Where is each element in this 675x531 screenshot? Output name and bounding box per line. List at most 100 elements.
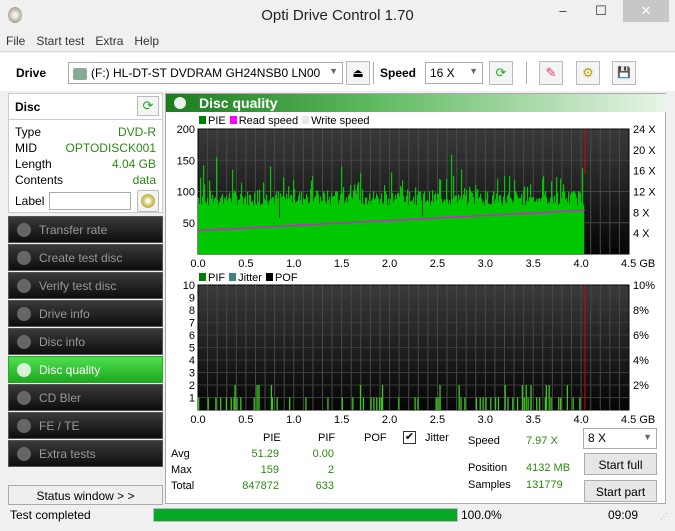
resize-grip-icon[interactable]: ⋰ [660,512,668,521]
nav-label: CD Bler [39,391,82,405]
x-tick-label: 1.0 [286,414,301,426]
pif-bar [530,385,532,410]
stat-pie-value: 51.29 [251,448,279,460]
pif-bar [398,397,400,410]
x-tick-label: 4.0 [573,258,588,270]
erase-button[interactable]: ✎ [539,61,563,85]
x-tick-label: 4.0 [573,414,588,426]
x-tick-label: 4.5 GB [621,258,655,270]
disc-heading: Disc [15,100,41,114]
disc-icon [17,363,31,377]
pif-bar [490,397,492,410]
y2-tick-label: 10% [633,280,655,292]
pif-bar [521,385,524,410]
speed-select[interactable]: 16 X ▼ [425,62,483,84]
stat-pif-value: 2 [327,464,334,476]
minimize-button[interactable]: ‒ [547,0,579,22]
nav-transfer-rate[interactable]: Transfer rate [8,216,163,243]
speed-label: Speed [380,66,417,80]
pif-bar [566,385,569,410]
start-part-button[interactable]: Start part [584,480,657,502]
pif-bar [512,397,514,410]
nav-label: FE / TE [39,419,80,433]
y-tick-label: 5 [189,343,195,355]
nav-verify-test-disc[interactable]: Verify test disc [8,272,163,299]
test-speed-value: 8 X [588,431,607,445]
pif-chart: 10987654321 10% 8% 6% 4% 2% 0.0 0.5 1.0 1.5 2.0 2.5… [183,280,656,426]
y2-tick-label: 2% [633,380,649,392]
pif-bar [527,397,529,410]
menu-extra[interactable]: Extra [89,30,128,48]
stat-pif-value: 633 [315,480,334,492]
pif-bar [525,385,527,410]
drive-select[interactable]: (F:) HL-DT-ST DVDRAM GH24NSB0 LN00 ▼ [68,62,343,84]
start-full-button[interactable]: Start full [584,453,657,475]
status-bar: Test completed 100.0% 09:09 ⋰ [8,506,668,524]
progress-text: 100.0% [461,508,502,522]
drive-icon [73,67,87,80]
eject-button[interactable]: ⏏ [346,61,370,85]
y-tick-label: 50 [183,218,195,230]
x-tick-label: 2.5 [430,258,445,270]
close-button[interactable]: ✕ [623,0,669,22]
menu-file[interactable]: File [0,30,30,48]
nav-disc-quality[interactable]: Disc quality [8,356,163,383]
settings-button[interactable]: ⚙ [576,61,600,85]
stat-pie-value: 847872 [242,480,279,492]
menu-start-test[interactable]: Start test [30,30,89,48]
nav-extra-tests[interactable]: Extra tests [8,440,163,467]
chevron-down-icon: ▼ [329,66,338,76]
disc-icon [17,307,31,321]
pif-bar [417,397,419,410]
menu-help[interactable]: Help [128,30,164,48]
drive-select-value: (F:) HL-DT-ST DVDRAM GH24NSB0 LN00 [91,66,321,80]
pif-bar [538,397,541,410]
nav-drive-info[interactable]: Drive info [8,300,163,327]
disc-row-value: DVD-R [118,125,156,139]
pif-bar [207,397,209,410]
x-tick-label: 3.5 [526,258,541,270]
disc-icon [17,391,31,405]
y2-tick-label: 4 X [633,228,650,240]
nav-label: Verify test disc [39,279,117,293]
panel-title: Disc quality [199,95,278,111]
y2-tick-label: 4% [633,355,649,367]
disc-row-label: MID [15,141,37,155]
disc-refresh-button[interactable]: ⟳ [137,96,159,116]
pif-bar [482,397,484,410]
header-pif: PIF [318,432,336,444]
label-input[interactable] [49,192,131,210]
x-tick-label: 0.0 [190,258,205,270]
pif-bar [305,397,307,410]
stat-row-label: Avg [171,448,190,460]
pif-bar [288,397,291,410]
speed-label: Speed [468,435,500,447]
refresh-button[interactable]: ⟳ [489,61,513,85]
save-button[interactable]: 💾 [612,61,636,85]
nav-disc-info[interactable]: Disc info [8,328,163,355]
jitter-checkbox[interactable]: ✔ [403,431,416,444]
nav-create-test-disc[interactable]: Create test disc [8,244,163,271]
position-label: Position [468,462,508,474]
pif-bar [545,385,547,410]
y-tick-label: 2 [189,380,195,392]
label-field-label: Label [15,194,45,208]
maximize-button[interactable]: ☐ [585,0,617,22]
y2-tick-label: 6% [633,330,649,342]
jitter-label: Jitter [425,432,449,444]
status-window-button[interactable]: Status window > > [8,485,163,505]
label-disc-button[interactable] [137,190,159,212]
disc-row-value: data [132,173,156,187]
elapsed-time: 09:09 [608,508,639,522]
chevron-down-icon: ▼ [643,432,652,442]
y-tick-label: 10 [183,280,195,292]
x-tick-label: 3.5 [526,414,541,426]
x-tick-label: 3.0 [478,258,493,270]
nav-cd-bler[interactable]: CD Bler [8,384,163,411]
pif-bar [327,397,329,410]
nav-fe-te[interactable]: FE / TE [8,412,163,439]
test-speed-select[interactable]: 8 X ▼ [583,428,657,449]
pif-bar [479,397,481,410]
pif-bar [464,397,466,410]
pif-bar [550,397,552,410]
